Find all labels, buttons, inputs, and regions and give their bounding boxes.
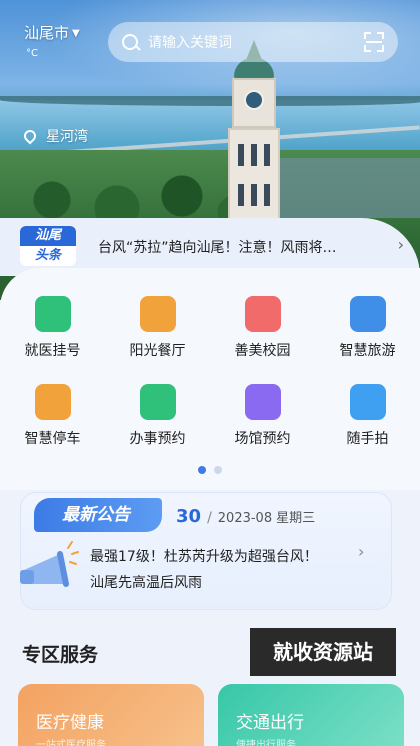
zone-card-medical[interactable]: 医疗健康 一站式医疗服务 <box>18 684 204 746</box>
luggage-icon <box>349 296 386 332</box>
camera-icon <box>349 384 386 420</box>
clock-tower-image <box>224 40 284 230</box>
notice-year-month: 2023-08 <box>217 511 273 526</box>
pager-dots <box>198 466 222 474</box>
search-placeholder: 请输入关键词 <box>148 35 232 51</box>
notice-day: 30 <box>176 506 202 527</box>
search-icon <box>122 34 138 50</box>
service-8[interactable]: 随手拍 <box>315 384 420 454</box>
city-selector[interactable]: 汕尾市 ▼ <box>24 22 80 43</box>
search-bar[interactable]: 请输入关键词 <box>108 22 398 62</box>
service-label: 场馆预约 <box>234 431 291 447</box>
service-label: 智慧停车 <box>24 431 81 447</box>
section-title: 专区服务 <box>22 644 99 666</box>
zone-subtitle: 便捷出行服务 <box>236 740 296 746</box>
notice-item-1[interactable]: 最强17级！杜苏芮升级为超强台风！ <box>90 546 318 566</box>
service-3[interactable]: 善美校园 <box>210 296 315 366</box>
service-label: 就医挂号 <box>24 343 81 359</box>
service-6[interactable]: 办事预约 <box>105 384 210 454</box>
pager-dot[interactable] <box>214 466 222 474</box>
pager-dot-active[interactable] <box>198 466 206 474</box>
food-cloche-icon <box>139 296 176 332</box>
service-label: 阳光餐厅 <box>129 343 186 359</box>
service-4[interactable]: 智慧旅游 <box>315 296 420 366</box>
notice-tag: 最新公告 <box>34 498 162 532</box>
notice-weekday: 星期三 <box>276 511 316 526</box>
service-label: 随手拍 <box>346 431 389 447</box>
location-name: 星河湾 <box>46 129 88 145</box>
headline-badge-top: 汕尾 <box>20 226 76 246</box>
chevron-right-icon[interactable]: › <box>398 235 404 254</box>
service-1[interactable]: 就医挂号 <box>0 296 105 366</box>
location-label[interactable]: 星河湾 <box>21 126 88 146</box>
school-building-icon <box>244 296 281 332</box>
notice-date: 30 / 2023-08 星期三 <box>176 506 315 527</box>
scan-icon[interactable] <box>364 32 384 52</box>
venue-building-icon <box>244 384 281 420</box>
zone-title: 医疗健康 <box>36 713 104 733</box>
services-grid: 就医挂号 阳光餐厅 善美校园 智慧旅游智慧停车 办事预约 场馆预约 随手拍 <box>0 296 420 456</box>
service-7[interactable]: 场馆预约 <box>210 384 315 454</box>
notice-item-2[interactable]: 汕尾先高温后风雨 <box>90 572 202 592</box>
temperature: °C <box>26 48 38 59</box>
forward-arrows-icon <box>139 384 176 420</box>
megaphone-icon <box>20 541 79 587</box>
service-label: 智慧旅游 <box>339 343 396 359</box>
service-label: 善美校园 <box>234 343 291 359</box>
headline-badge: 汕尾 头条 <box>20 226 76 266</box>
zone-title: 交通出行 <box>236 713 304 733</box>
headline-text: 台风“苏拉”趋向汕尾！注意！风雨将… <box>98 240 337 256</box>
location-pin-icon <box>21 127 39 145</box>
service-2[interactable]: 阳光餐厅 <box>105 296 210 366</box>
zone-subtitle: 一站式医疗服务 <box>36 740 106 746</box>
service-label: 办事预约 <box>129 431 186 447</box>
dropdown-arrow-icon: ▼ <box>72 28 80 39</box>
city-name: 汕尾市 <box>24 24 70 42</box>
medical-kit-icon <box>34 296 71 332</box>
date-separator: / <box>207 510 212 526</box>
watermark: 就收资源站 <box>250 628 396 676</box>
car-icon <box>34 384 71 420</box>
chevron-right-icon[interactable]: › <box>358 542 364 561</box>
headline-badge-bottom: 头条 <box>34 248 61 263</box>
service-5[interactable]: 智慧停车 <box>0 384 105 454</box>
zone-card-transport[interactable]: 交通出行 便捷出行服务 <box>218 684 404 746</box>
